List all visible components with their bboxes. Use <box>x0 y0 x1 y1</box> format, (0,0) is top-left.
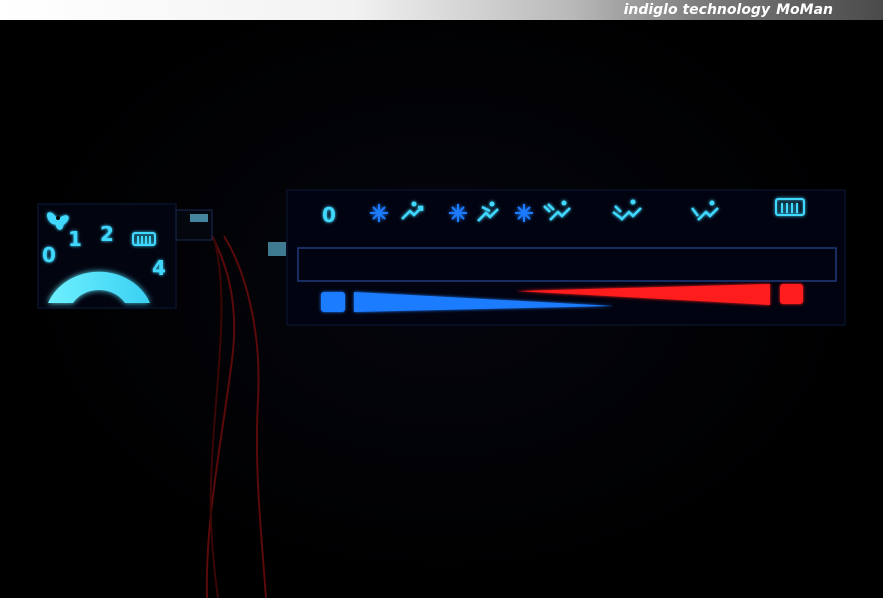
climate-control-panel: 0 <box>268 189 846 326</box>
connector-glow <box>190 214 208 222</box>
panel-side-glow <box>268 242 286 256</box>
fan-label-0: 0 <box>42 243 56 267</box>
cold-end-block <box>321 292 345 312</box>
hot-end-block <box>780 284 803 304</box>
fan-label-1: 1 <box>68 227 82 251</box>
red-wires <box>205 231 267 598</box>
mode-off-label[interactable]: 0 <box>322 203 336 227</box>
hvac-control-photo: 0 1 2 4 0 <box>37 189 846 598</box>
fan-label-4: 4 <box>152 256 166 280</box>
fan-speed-dial[interactable]: 0 1 2 4 <box>37 203 213 309</box>
fan-label-2: 2 <box>100 222 114 246</box>
